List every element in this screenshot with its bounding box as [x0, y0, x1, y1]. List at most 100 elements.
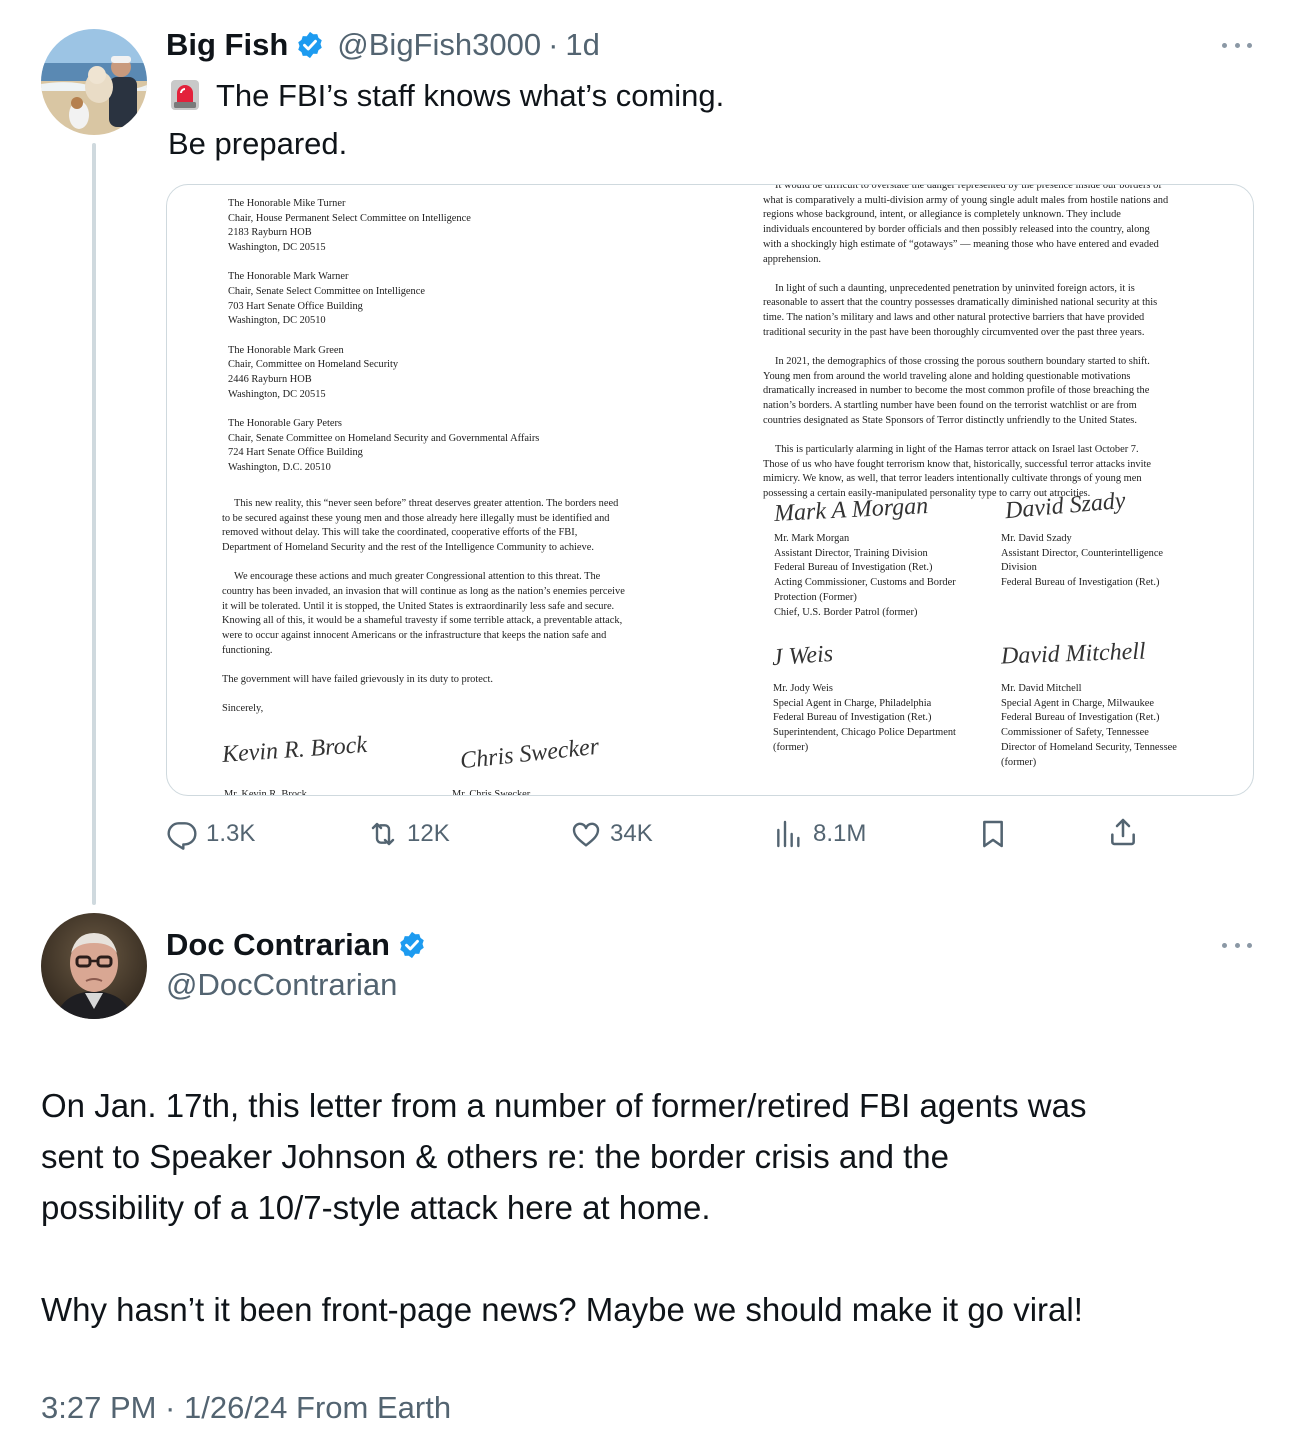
- heart-icon: [572, 822, 600, 847]
- reply-button[interactable]: 1.3K: [166, 818, 255, 850]
- more-options-icon[interactable]: [1222, 940, 1252, 950]
- letter-line: it will be tolerated. Until it is stoppe…: [222, 600, 615, 612]
- signer-line: Federal Bureau of Investigation (Ret.): [1001, 577, 1160, 589]
- letter-line: functioning.: [222, 644, 273, 656]
- bottom-signer-name: Mr. Kevin R. Brock: [224, 789, 307, 796]
- letter-line: Washington, DC 20510: [228, 315, 326, 327]
- letter-line: The Honorable Gary Peters: [228, 417, 342, 429]
- bookmark-button[interactable]: [977, 818, 1009, 850]
- tweet2-line1: On Jan. 17th, this letter from a number …: [41, 1087, 1087, 1124]
- like-button[interactable]: 34K: [570, 818, 653, 850]
- avatar[interactable]: [41, 913, 147, 1019]
- letter-line: removed without delay. This will take th…: [222, 527, 578, 539]
- letter-line: time. The nation’s military and laws and…: [763, 312, 1145, 324]
- signer-block-morgan: Mr. Mark Morgan Assistant Director, Train…: [774, 532, 956, 620]
- signer-line: Assistant Director, Training Division: [774, 547, 928, 559]
- letter-line: mimicry. We know, as well, that terror l…: [763, 473, 1142, 485]
- tweet2-text: On Jan. 17th, this letter from a number …: [41, 1080, 1281, 1335]
- share-button[interactable]: [1107, 816, 1139, 848]
- handle[interactable]: @BigFish3000: [337, 27, 541, 63]
- signer-line: Division: [1001, 562, 1037, 574]
- tweet1-text: The FBI’s staff knows what’s coming. Be …: [168, 72, 1168, 168]
- signer-line: Special Agent in Charge, Philadelphia: [773, 697, 932, 709]
- verified-badge-icon[interactable]: [397, 930, 427, 960]
- tweet-timestamp[interactable]: 3:27 PM · 1/26/24 From Earth: [41, 1390, 451, 1426]
- letter-line: to be secured against these young men an…: [222, 512, 610, 524]
- signer-block-mitchell: Mr. David Mitchell Special Agent in Charg…: [1001, 682, 1177, 770]
- display-name[interactable]: Big Fish: [166, 27, 288, 63]
- tweet2-line3: possibility of a 10/7-style attack here …: [41, 1189, 711, 1226]
- letter-line: with a shockingly high estimate of “gota…: [763, 238, 1159, 250]
- letter-line: Department of Homeland Security and the …: [222, 542, 594, 554]
- handle[interactable]: @DocContrarian: [166, 967, 397, 1003]
- letter-line: Washington, DC 20515: [228, 242, 326, 254]
- bookmark-icon: [983, 820, 1003, 848]
- thread-connector-line: [92, 143, 96, 905]
- display-name[interactable]: Doc Contrarian: [166, 927, 390, 963]
- letter-line: In 2021, the demographics of those cross…: [775, 356, 1150, 368]
- letter-line: This is particularly alarming in light o…: [775, 444, 1139, 456]
- letter-line: 724 Hart Senate Office Building: [228, 447, 363, 459]
- letter-line: what is comparatively a multi-division a…: [763, 194, 1169, 206]
- avatar[interactable]: [41, 29, 147, 135]
- signer-line: Chief, U.S. Border Patrol (former): [774, 606, 918, 618]
- signature-jody-weis: J Weis: [771, 640, 834, 672]
- retweet-count: 12K: [407, 820, 450, 847]
- letter-line: Those of us who have fought terrorism kn…: [763, 458, 1152, 470]
- letter-line: It would be difficult to overstate the d…: [775, 184, 1162, 191]
- signer-line: Special Agent in Charge, Milwaukee: [1001, 697, 1155, 709]
- relative-time[interactable]: 1d: [565, 27, 599, 63]
- letter-line: The Honorable Mike Turner: [228, 198, 346, 209]
- letter-line: Washington, D.C. 20510: [228, 462, 331, 474]
- more-options-icon[interactable]: [1222, 40, 1252, 50]
- letter-line: Chair, House Permanent Select Committee …: [228, 212, 471, 224]
- letter-line: 2446 Rayburn HOB: [228, 374, 312, 386]
- like-count: 34K: [610, 820, 653, 847]
- signer-line: Mr. David Szady: [1001, 533, 1072, 544]
- signer-line: Federal Bureau of Investigation (Ret.): [773, 712, 932, 724]
- analytics-icon: [777, 820, 800, 848]
- reply-icon: [167, 822, 197, 850]
- letter-line: The Honorable Mark Warner: [228, 271, 349, 283]
- letter-line: Young men from around the world travelin…: [763, 370, 1131, 382]
- signer-line: Federal Bureau of Investigation (Ret.): [1001, 712, 1160, 724]
- signer-line: Mr. Mark Morgan: [774, 533, 850, 544]
- letter-line: 2183 Rayburn HOB: [228, 227, 312, 239]
- rotating-light-icon: [171, 80, 199, 110]
- bottom-signer-name: Mr. Chris Swecker: [452, 789, 531, 796]
- signature-kevin-brock: Kevin R. Brock: [221, 731, 368, 769]
- attached-document-image[interactable]: The Honorable Mike Turner Chair, House Pe…: [166, 184, 1254, 796]
- retweet-button[interactable]: 12K: [367, 818, 450, 850]
- separator-dot: ·: [548, 27, 559, 62]
- letter-line: Chair, Senate Select Committee on Intell…: [228, 286, 425, 298]
- letter-line: were to occur against innocent Americans…: [222, 630, 607, 642]
- letter-line: countries designated as State Sponsors o…: [763, 414, 1137, 426]
- letter-line: individuals encountered by border offici…: [763, 224, 1150, 236]
- letter-line: Chair, Committee on Homeland Security: [228, 359, 399, 371]
- letter-line: nation’s borders. A startling number hav…: [763, 400, 1137, 412]
- retweet-icon: [371, 822, 395, 846]
- signer-line: Mr. Jody Weis: [773, 683, 833, 694]
- views-button[interactable]: 8.1M: [773, 818, 866, 850]
- letter-line: The government will have failed grievous…: [222, 674, 493, 686]
- signer-block-weis: Mr. Jody Weis Special Agent in Charge, Ph…: [773, 682, 956, 756]
- signature-chris-swecker: Chris Swecker: [458, 733, 601, 775]
- verified-badge-icon[interactable]: [295, 30, 325, 60]
- tweet1-line2: Be prepared.: [168, 126, 348, 161]
- letter-line: In light of such a daunting, unprecedent…: [775, 282, 1135, 294]
- letter-line: Sincerely,: [222, 703, 264, 715]
- signer-line: Commissioner of Safety, Tennessee: [1001, 727, 1149, 739]
- signer-line: (former): [773, 741, 809, 753]
- letter-line: 703 Hart Senate Office Building: [228, 300, 363, 312]
- letter-addressees: The Honorable Mike Turner Chair, House Pe…: [228, 197, 539, 476]
- signer-line: (former): [1001, 756, 1037, 768]
- avatar-portrait: [41, 913, 147, 1019]
- signer-line: Superintendent, Chicago Police Departmen…: [773, 727, 956, 739]
- letter-line: country has been invaded, an invasion th…: [222, 586, 625, 598]
- tweet2-header: Doc Contrarian: [166, 925, 427, 965]
- letter-line: This new reality, this “never seen befor…: [234, 498, 619, 509]
- letter-line: reasonable to assert that the country po…: [763, 297, 1158, 309]
- letter-line: Washington, DC 20515: [228, 388, 326, 400]
- signer-line: Acting Commissioner, Customs and Border: [774, 577, 956, 589]
- signer-block-szady: Mr. David Szady Assistant Director, Count…: [1001, 532, 1163, 591]
